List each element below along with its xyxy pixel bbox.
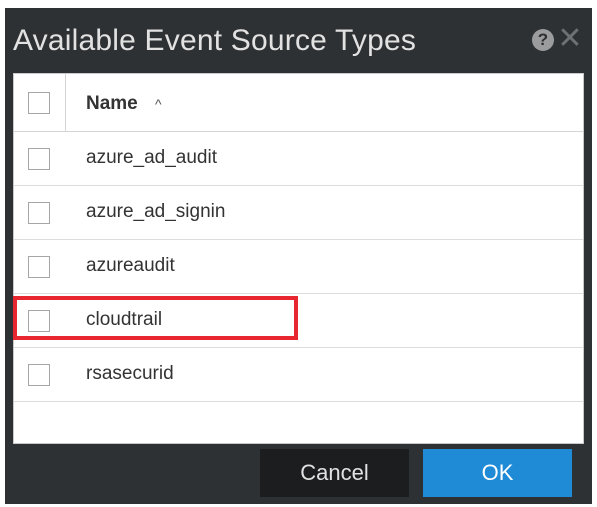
row-label: azure_ad_signin — [86, 201, 226, 222]
select-all-checkbox[interactable] — [28, 92, 50, 114]
table-row[interactable]: azure_ad_signin — [14, 186, 583, 240]
row-checkbox[interactable] — [28, 310, 50, 332]
select-all-cell — [14, 74, 66, 131]
row-checkbox[interactable] — [28, 364, 50, 386]
dialog-title: Available Event Source Types — [13, 24, 417, 57]
table-header-row: Name ^ — [14, 74, 583, 132]
table-row[interactable]: azureaudit — [14, 240, 583, 294]
table-row[interactable]: azure_ad_audit — [14, 132, 583, 186]
row-label: azure_ad_audit — [86, 147, 217, 168]
table-row[interactable]: cloudtrail — [14, 294, 583, 348]
column-header-name[interactable]: Name — [86, 93, 138, 115]
dialog-titlebar: Available Event Source Types ? ✕ — [5, 8, 592, 73]
row-checkbox[interactable] — [28, 256, 50, 278]
help-icon[interactable]: ? — [532, 29, 554, 51]
cancel-button[interactable]: Cancel — [260, 449, 409, 497]
row-label: rsasecurid — [86, 363, 174, 384]
row-checkbox[interactable] — [28, 202, 50, 224]
sort-ascending-icon[interactable]: ^ — [155, 93, 162, 115]
ok-button[interactable]: OK — [423, 449, 572, 497]
row-label: azureaudit — [86, 255, 175, 276]
table-row[interactable]: rsasecurid — [14, 348, 583, 402]
row-checkbox[interactable] — [28, 148, 50, 170]
event-source-types-dialog: Available Event Source Types ? ✕ Name ^ … — [5, 8, 592, 504]
row-label: cloudtrail — [86, 309, 163, 330]
close-icon[interactable]: ✕ — [556, 24, 584, 54]
event-source-list: Name ^ azure_ad_audit azure_ad_signin az… — [13, 73, 584, 444]
